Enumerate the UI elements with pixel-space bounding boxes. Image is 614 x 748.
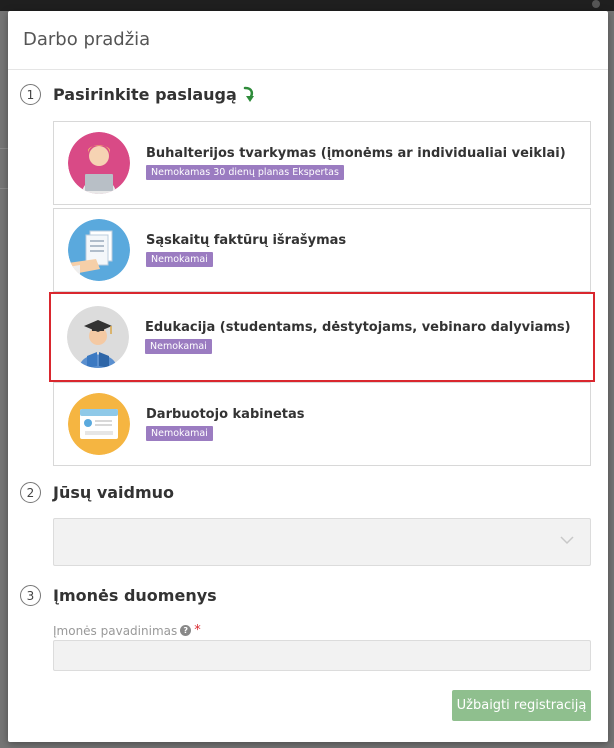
background-divider: [0, 188, 8, 189]
role-select[interactable]: [53, 518, 591, 566]
accountant-avatar-icon: [68, 132, 130, 194]
service-badge: Nemokamai: [145, 339, 212, 354]
service-info: Darbuotojo kabinetas Nemokamai: [146, 407, 305, 441]
service-badge: Nemokamas 30 dienų planas Ekspertas: [146, 165, 344, 180]
company-name-label-row: Įmonės pavadinimas ? *: [53, 623, 201, 638]
required-asterisk: *: [194, 623, 201, 638]
service-badge: Nemokamai: [146, 426, 213, 441]
registration-modal: Darbo pradžia 1 Pasirinkite paslaugą Buh…: [8, 11, 608, 742]
service-option-accounting[interactable]: Buhalterijos tvarkymas (įmonėms ar indiv…: [53, 121, 591, 205]
service-badge: Nemokamai: [146, 252, 213, 267]
background-topbar: [0, 0, 614, 11]
step-3: 3 Įmonės duomenys: [20, 585, 217, 606]
service-title: Darbuotojo kabinetas: [146, 407, 305, 422]
finish-registration-button[interactable]: Užbaigti registraciją: [452, 690, 591, 721]
step-number: 3: [20, 585, 41, 606]
step-title: Pasirinkite paslaugą: [53, 85, 237, 104]
service-option-employee-cabinet[interactable]: Darbuotojo kabinetas Nemokamai: [53, 382, 591, 466]
step-number: 2: [20, 482, 41, 503]
curved-arrow-down-icon: [243, 86, 254, 102]
chevron-down-icon: [560, 536, 574, 545]
background-divider: [0, 148, 8, 149]
step-1: 1 Pasirinkite paslaugą: [20, 84, 257, 105]
step-title: Jūsų vaidmuo: [53, 483, 175, 502]
modal-header: Darbo pradžia: [8, 11, 608, 70]
service-title: Buhalterijos tvarkymas (įmonėms ar indiv…: [146, 146, 566, 161]
step-2: 2 Jūsų vaidmuo: [20, 482, 174, 503]
step-title: Įmonės duomenys: [53, 586, 217, 605]
invoice-avatar-icon: [68, 219, 130, 281]
service-option-invoicing[interactable]: Sąskaitų faktūrų išrašymas Nemokamai: [53, 208, 591, 292]
company-name-label: Įmonės pavadinimas: [53, 623, 178, 638]
modal-title: Darbo pradžia: [23, 29, 151, 50]
service-info: Sąskaitų faktūrų išrašymas Nemokamai: [146, 233, 346, 267]
service-option-education[interactable]: Edukacija (studentams, dėstytojams, vebi…: [49, 292, 595, 382]
help-icon[interactable]: ?: [180, 625, 192, 636]
service-info: Edukacija (studentams, dėstytojams, vebi…: [145, 320, 571, 354]
service-title: Sąskaitų faktūrų išrašymas: [146, 233, 347, 248]
service-info: Buhalterijos tvarkymas (įmonėms ar indiv…: [146, 146, 566, 180]
employee-card-avatar-icon: [68, 393, 130, 455]
user-icon: [592, 0, 600, 8]
service-title: Edukacija (studentams, dėstytojams, vebi…: [145, 320, 571, 335]
company-name-input[interactable]: [53, 640, 591, 671]
graduate-avatar-icon: [67, 306, 129, 368]
step-number: 1: [20, 84, 41, 105]
